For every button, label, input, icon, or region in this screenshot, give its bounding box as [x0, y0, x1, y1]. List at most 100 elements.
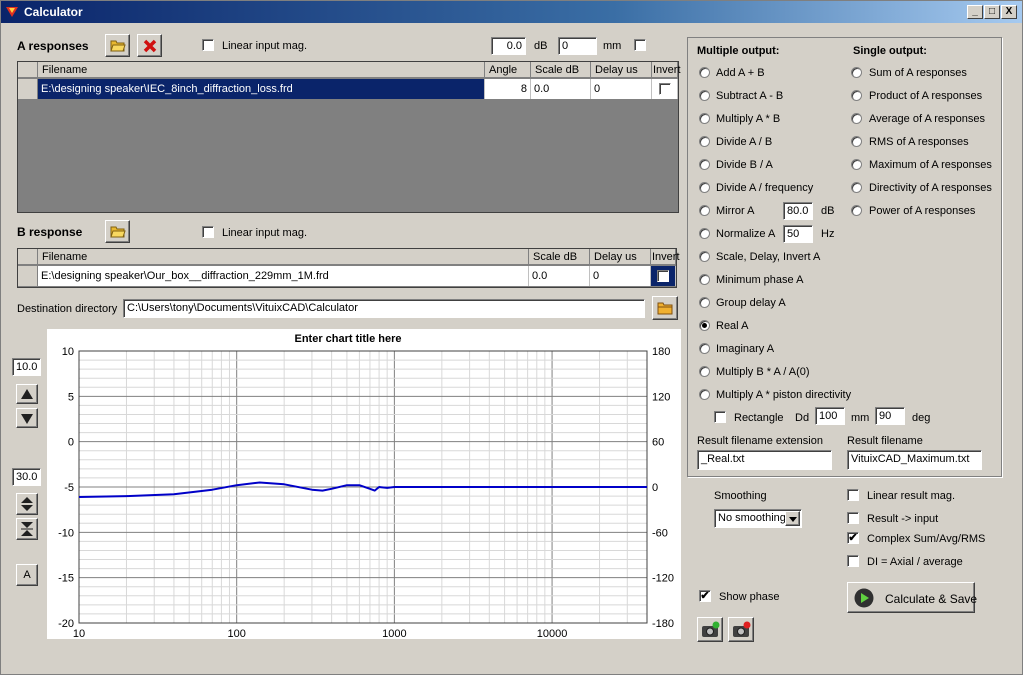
- b-linear-input-checkbox[interactable]: [202, 226, 214, 238]
- b-row-delay[interactable]: 0: [590, 266, 651, 286]
- multi-option-radio-1[interactable]: [699, 90, 710, 101]
- a-row-indicator[interactable]: [18, 79, 38, 99]
- a-col-filename[interactable]: Filename: [38, 62, 485, 78]
- scale-top-input[interactable]: 10.0: [12, 358, 41, 376]
- single-option-radio-2[interactable]: [851, 113, 862, 124]
- single-option-label-0[interactable]: Sum of A responses: [869, 67, 967, 79]
- a-row-filename[interactable]: E:\designing speaker\IEC_8inch_diffracti…: [38, 79, 485, 99]
- a-row-delay[interactable]: 0: [591, 79, 652, 99]
- b-response-grid[interactable]: Filename Scale dB Delay us Invert E:\des…: [17, 248, 680, 288]
- open-a-button[interactable]: [105, 34, 130, 57]
- multi-option-radio-10[interactable]: [699, 297, 710, 308]
- multi-option-label-9[interactable]: Minimum phase A: [716, 274, 803, 286]
- multi-option-label-13[interactable]: Multiply B * A / A(0): [716, 366, 810, 378]
- single-option-label-5[interactable]: Directivity of A responses: [869, 182, 992, 194]
- multi-option-label-14[interactable]: Multiply A * piston directivity: [716, 389, 851, 401]
- a-responses-grid[interactable]: Filename Angle Scale dB Delay us Invert …: [17, 61, 681, 213]
- deg-input[interactable]: 90: [875, 407, 905, 425]
- multi-option-label-2[interactable]: Multiply A * B: [716, 113, 780, 125]
- camera-add-button[interactable]: [697, 617, 723, 642]
- scale-up-button[interactable]: [16, 384, 38, 404]
- multi-option-radio-4[interactable]: [699, 159, 710, 170]
- a-row-invert-cell[interactable]: [652, 79, 678, 99]
- single-option-radio-1[interactable]: [851, 90, 862, 101]
- multi-option-radio-5[interactable]: [699, 182, 710, 193]
- single-option-radio-3[interactable]: [851, 136, 862, 147]
- minimize-button[interactable]: _: [967, 5, 983, 19]
- dd-input[interactable]: 100: [815, 407, 845, 425]
- multi-option-radio-13[interactable]: [699, 366, 710, 377]
- multi-option-radio-6[interactable]: [699, 205, 710, 216]
- close-button[interactable]: X: [1001, 5, 1017, 19]
- b-col-invert[interactable]: Invert: [651, 249, 680, 265]
- multi-option-label-4[interactable]: Divide B / A: [716, 159, 773, 171]
- single-option-radio-0[interactable]: [851, 67, 862, 78]
- b-row-invert-checkbox[interactable]: [657, 270, 669, 282]
- b-col-filename[interactable]: Filename: [38, 249, 529, 265]
- a-row-invert-checkbox[interactable]: [659, 83, 671, 95]
- remove-a-button[interactable]: [137, 34, 162, 57]
- di-checkbox[interactable]: [847, 555, 859, 567]
- smoothing-dropdown-button[interactable]: [785, 511, 800, 526]
- b-col-scale[interactable]: Scale dB: [529, 249, 590, 265]
- multi-option-label-12[interactable]: Imaginary A: [716, 343, 774, 355]
- linear-result-checkbox[interactable]: [847, 489, 859, 501]
- multi-option-label-11[interactable]: Real A: [716, 320, 748, 332]
- multi-option-radio-8[interactable]: [699, 251, 710, 262]
- multi-option-label-0[interactable]: Add A + B: [716, 67, 765, 79]
- single-option-radio-6[interactable]: [851, 205, 862, 216]
- show-phase-checkbox[interactable]: ✔: [699, 590, 711, 602]
- auto-scale-button[interactable]: A: [16, 564, 38, 586]
- multi-option-radio-14[interactable]: [699, 389, 710, 400]
- multi-option-label-1[interactable]: Subtract A - B: [716, 90, 783, 102]
- calculate-save-button[interactable]: Calculate & Save: [847, 582, 977, 613]
- result-ext-input[interactable]: _Real.txt: [697, 450, 832, 470]
- result-name-input[interactable]: VituixCAD_Maximum.txt: [847, 450, 982, 470]
- a-db-input[interactable]: 0.0: [491, 37, 526, 55]
- destination-input[interactable]: C:\Users\tony\Documents\VituixCAD\Calcul…: [123, 299, 645, 318]
- complex-checkbox[interactable]: ✔: [847, 532, 859, 544]
- multi-option-label-7[interactable]: Normalize A: [716, 228, 775, 240]
- single-option-radio-4[interactable]: [851, 159, 862, 170]
- multi-option-label-6[interactable]: Mirror A: [716, 205, 755, 217]
- multi-option-radio-3[interactable]: [699, 136, 710, 147]
- a-mm-input[interactable]: 0: [558, 37, 597, 55]
- scale-range-input[interactable]: 30.0: [12, 468, 41, 486]
- browse-destination-button[interactable]: [652, 296, 678, 320]
- multi-option-radio-9[interactable]: [699, 274, 710, 285]
- title-bar[interactable]: Calculator _ □ X: [1, 1, 1022, 23]
- single-option-label-2[interactable]: Average of A responses: [869, 113, 985, 125]
- camera-remove-button[interactable]: [728, 617, 754, 642]
- mirror-db-input[interactable]: 80.0: [783, 202, 813, 220]
- multi-option-label-3[interactable]: Divide A / B: [716, 136, 772, 148]
- a-col-invert[interactable]: Invert: [652, 62, 681, 78]
- chart-area[interactable]: Enter chart title here 10 5 0 -5 -10 -15 -20 180…: [47, 329, 681, 639]
- single-option-label-6[interactable]: Power of A responses: [869, 205, 975, 217]
- rectangle-checkbox[interactable]: [714, 411, 726, 423]
- multi-option-radio-11[interactable]: [699, 320, 710, 331]
- maximize-button[interactable]: □: [984, 5, 1000, 19]
- b-row-filename[interactable]: E:\designing speaker\Our_box__diffractio…: [38, 266, 529, 286]
- single-option-label-3[interactable]: RMS of A responses: [869, 136, 969, 148]
- normalize-hz-input[interactable]: 50: [783, 225, 813, 243]
- smoothing-select[interactable]: No smoothing: [714, 509, 802, 528]
- open-b-button[interactable]: [105, 220, 130, 243]
- multi-option-radio-2[interactable]: [699, 113, 710, 124]
- single-option-label-4[interactable]: Maximum of A responses: [869, 159, 992, 171]
- multi-option-radio-12[interactable]: [699, 343, 710, 354]
- a-col-scale[interactable]: Scale dB: [531, 62, 591, 78]
- b-row-invert-cell[interactable]: [651, 266, 676, 286]
- result-input-checkbox[interactable]: [847, 512, 859, 524]
- a-linear-input-checkbox[interactable]: [202, 39, 214, 51]
- single-option-radio-5[interactable]: [851, 182, 862, 193]
- multi-option-label-10[interactable]: Group delay A: [716, 297, 786, 309]
- a-col-delay[interactable]: Delay us: [591, 62, 652, 78]
- single-option-label-1[interactable]: Product of A responses: [869, 90, 982, 102]
- a-col-angle[interactable]: Angle: [485, 62, 531, 78]
- scale-down-button[interactable]: [16, 408, 38, 428]
- multi-option-radio-7[interactable]: [699, 228, 710, 239]
- a-row-angle[interactable]: 8: [485, 79, 531, 99]
- frequency-chart[interactable]: Enter chart title here 10 5 0 -5 -10 -15 -20 180…: [47, 329, 681, 639]
- a-row-scale[interactable]: 0.0: [531, 79, 591, 99]
- multi-option-label-8[interactable]: Scale, Delay, Invert A: [716, 251, 820, 263]
